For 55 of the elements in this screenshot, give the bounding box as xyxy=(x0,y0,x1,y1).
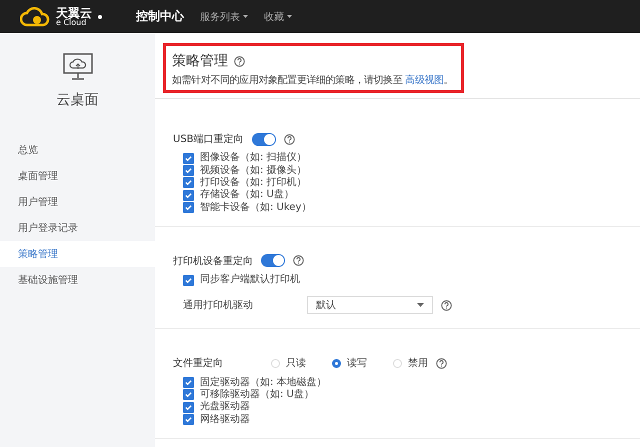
caret-icon xyxy=(417,303,424,308)
sidebar-item[interactable]: 桌面管理 xyxy=(0,163,155,189)
help-icon[interactable] xyxy=(284,134,295,144)
sidebar-title: 云桌面 xyxy=(56,91,98,109)
checkbox[interactable] xyxy=(183,402,194,413)
checkbox-label: 打印设备（如: 打印机） xyxy=(200,176,307,188)
checkbox-label: 智能卡设备（如: Ukey） xyxy=(200,202,312,214)
description-text: 如需针对不同的应用对象配置更详细的策略，请切换至 高级视图。 xyxy=(172,74,454,87)
checkbox[interactable] xyxy=(183,389,194,400)
radio-label: 禁用 xyxy=(408,356,428,370)
checkbox-label: 网络驱动器 xyxy=(200,414,250,426)
section-title: 打印机设备重定向 xyxy=(173,254,253,268)
checkbox[interactable] xyxy=(183,274,194,286)
sidebar-item[interactable]: 用户管理 xyxy=(0,189,155,215)
checkbox-label: 存储设备（如: U盘） xyxy=(200,189,294,202)
field-label: 通用打印机驱动 xyxy=(183,298,254,312)
logo-subtext: e Cloud xyxy=(56,18,86,26)
checkbox[interactable] xyxy=(183,177,194,188)
checkbox[interactable] xyxy=(183,377,194,388)
nav-item[interactable]: 收藏 xyxy=(264,10,292,24)
cloud-logo-icon xyxy=(20,6,50,26)
logo-text: 天翼云 xyxy=(56,6,92,18)
checkbox[interactable] xyxy=(183,190,194,201)
checkbox-label: 固定驱动器（如: 本地磁盘） xyxy=(200,376,327,389)
checkbox-label: 光盘驱动器 xyxy=(200,401,250,414)
sidebar-item[interactable]: 基础设施管理 xyxy=(0,267,155,293)
checkbox-label: 图像设备（如: 扫描仪） xyxy=(200,152,307,164)
checkbox[interactable] xyxy=(183,152,194,164)
toggle-switch[interactable] xyxy=(261,254,285,268)
checkbox-label: 视频设备（如: 摄像头） xyxy=(200,164,307,176)
sidebar-item[interactable]: 策略管理 xyxy=(0,241,155,267)
section-title: 文件重定向 xyxy=(173,356,223,370)
checkbox[interactable] xyxy=(183,414,194,426)
sidebar-item[interactable]: 总览 xyxy=(0,137,155,163)
checkbox[interactable] xyxy=(183,202,194,214)
driver-select[interactable]: 默认 xyxy=(307,296,433,314)
advanced-view-link[interactable]: 高级视图 xyxy=(405,75,444,86)
help-icon[interactable] xyxy=(441,300,452,311)
page-title: 策略管理 xyxy=(172,52,228,70)
section-title: USB端口重定向 xyxy=(173,132,244,146)
radio-button[interactable] xyxy=(332,358,341,368)
checkbox-label: 同步客户端默认打印机 xyxy=(200,274,300,286)
nav-item[interactable]: 服务列表 xyxy=(200,10,248,24)
help-icon[interactable] xyxy=(293,255,304,266)
radio-label: 只读 xyxy=(286,356,306,370)
sidebar-item[interactable]: 用户登录记录 xyxy=(0,215,155,241)
cloud-monitor-icon xyxy=(62,53,92,81)
checkbox[interactable] xyxy=(183,165,194,176)
nav-item[interactable]: 控制中心 xyxy=(136,8,184,25)
toggle-switch[interactable] xyxy=(252,132,276,146)
checkbox-label: 可移除驱动器（如: U盘） xyxy=(200,388,314,400)
help-icon[interactable] xyxy=(436,358,447,369)
dot-icon xyxy=(98,14,102,18)
help-icon[interactable] xyxy=(234,56,245,66)
radio-label: 读写 xyxy=(347,356,367,370)
